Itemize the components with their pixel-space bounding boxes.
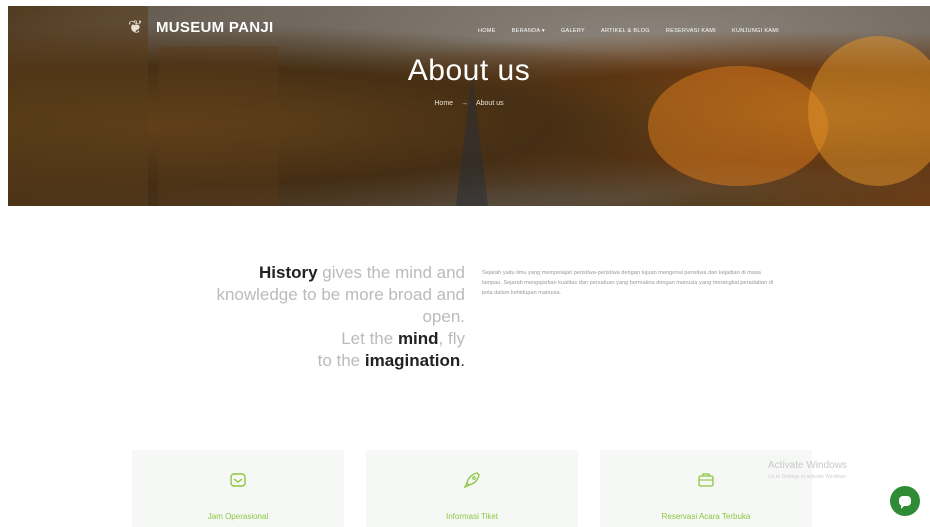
watermark-title: Activate Windows — [768, 460, 847, 471]
chat-bubble-icon — [899, 496, 911, 509]
painting-tower — [456, 76, 488, 206]
activation-watermark: Activate Windows Go to Settings to activ… — [768, 460, 847, 480]
history-quote: History gives the mind and knowledge to … — [140, 262, 465, 372]
main-nav: HOME BERANDA ▾ GALERY ARTIKEL & BLOG RES… — [478, 28, 779, 34]
logo-text: MUSEUM PANJI — [156, 18, 274, 36]
breadcrumb: Home → About us — [8, 100, 930, 107]
nav-item-beranda[interactable]: BERANDA ▾ — [512, 28, 545, 34]
rocket-icon — [366, 470, 578, 494]
history-paragraph: Sejarah yaitu ilmu yang mempelajari peri… — [482, 270, 774, 296]
quote-word: mind — [397, 329, 439, 348]
quote-text: to the — [317, 351, 365, 370]
envelope-icon — [132, 470, 344, 494]
watermark-subtitle: Go to Settings to activate Windows. — [768, 474, 847, 480]
card-jam-operasional[interactable]: Jam Operasional — [132, 450, 344, 527]
chat-button[interactable] — [890, 486, 920, 516]
quote-word: imagination — [364, 351, 461, 370]
page-title: About us — [407, 54, 531, 87]
hero-banner: ❦ MUSEUM PANJI HOME BERANDA ▾ GALERY ART… — [8, 6, 930, 206]
card-label: Reservasi Acara Terbuka — [661, 512, 751, 521]
card-label: Informasi Tiket — [445, 512, 498, 521]
quote-text: . — [460, 351, 465, 370]
quote-text: knowledge to be more broad and — [216, 285, 465, 304]
site-logo[interactable]: ❦ MUSEUM PANJI — [128, 16, 274, 38]
leaf-ornament-icon: ❦ — [128, 17, 144, 37]
quote-text: , fly — [438, 329, 465, 348]
nav-item-home[interactable]: HOME — [478, 28, 496, 34]
quote-text: Let the — [341, 329, 398, 348]
nav-item-reservasi[interactable]: RESERVASI KAMI — [666, 28, 716, 34]
breadcrumb-separator: → — [461, 100, 469, 107]
quote-text: open. — [422, 307, 465, 326]
nav-item-kunjungi[interactable]: KUNJUNGI KAMI — [732, 28, 779, 34]
quote-word: History — [259, 263, 318, 282]
breadcrumb-home[interactable]: Home — [434, 100, 453, 107]
breadcrumb-current: About us — [475, 100, 504, 107]
card-informasi-tiket[interactable]: Informasi Tiket — [366, 450, 578, 527]
nav-item-galery[interactable]: GALERY — [561, 28, 585, 34]
quote-text: gives the mind and — [317, 263, 465, 282]
nav-item-artikel[interactable]: ARTIKEL & BLOG — [601, 28, 650, 34]
card-label: Jam Operasional — [207, 512, 269, 521]
